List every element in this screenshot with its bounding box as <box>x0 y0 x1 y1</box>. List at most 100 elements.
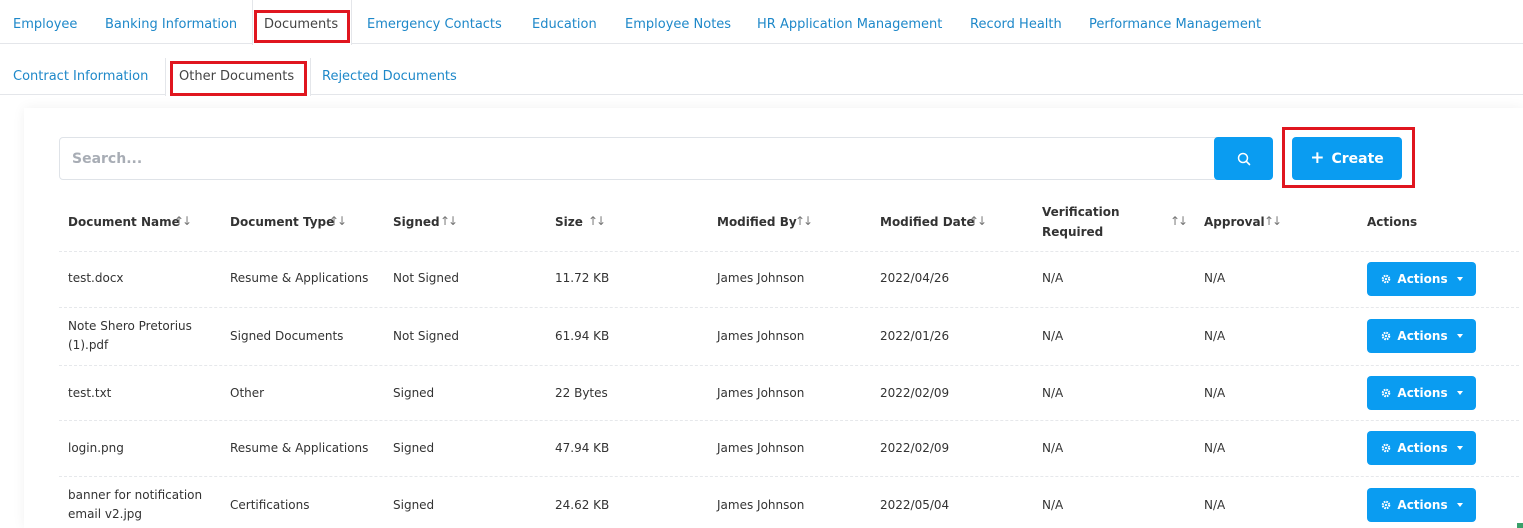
row-divider <box>59 365 1519 366</box>
cell-document-name[interactable]: banner for notification <box>68 486 202 505</box>
actions-dropdown-button[interactable]: Actions <box>1367 319 1476 353</box>
gear-icon <box>1382 500 1391 510</box>
cell-modified-date: 2022/05/04 <box>880 498 950 512</box>
header-verification[interactable]: Verification <box>1042 202 1120 222</box>
actions-label: Actions <box>1397 386 1448 400</box>
cell-document-type: Resume & Applications <box>230 271 369 285</box>
actions-label: Actions <box>1397 329 1448 343</box>
cell-signed: Signed <box>393 386 435 400</box>
cell-document-name[interactable]: Note Shero Pretorius <box>68 317 192 336</box>
gear-icon <box>1382 443 1391 453</box>
header-verification-line2: Required <box>1042 225 1104 239</box>
header-document-name[interactable]: Document Name <box>68 212 180 232</box>
actions-dropdown-button[interactable]: Actions <box>1367 488 1476 522</box>
caret-down-icon <box>1456 277 1463 281</box>
cell-verification: N/A <box>1042 271 1064 285</box>
cell-modified-date: 2022/02/09 <box>880 386 950 400</box>
cell-approval: N/A <box>1204 386 1226 400</box>
cell-modified-by: James Johnson <box>717 498 805 512</box>
tab-employee[interactable]: Employee <box>13 17 77 32</box>
cell-document-name-line2[interactable]: email v2.jpg <box>68 505 142 524</box>
tab-employee-notes[interactable]: Employee Notes <box>625 17 731 32</box>
cell-signed: Not Signed <box>393 329 460 343</box>
cell-verification: N/A <box>1042 386 1064 400</box>
cell-size: 61.94 KB <box>555 329 610 343</box>
row-divider <box>59 307 1519 308</box>
cell-modified-by: James Johnson <box>717 271 805 285</box>
cell-modified-by: James Johnson <box>717 329 805 343</box>
cell-verification: N/A <box>1042 441 1064 455</box>
gear-icon <box>1382 274 1391 284</box>
tab-education[interactable]: Education <box>532 17 597 32</box>
cell-signed: Not Signed <box>393 271 460 285</box>
actions-dropdown-button[interactable]: Actions <box>1367 431 1476 465</box>
cell-document-name-line2[interactable]: (1).pdf <box>68 336 108 355</box>
cell-modified-date: 2022/01/26 <box>880 329 950 343</box>
tab-banking-information[interactable]: Banking Information <box>105 17 237 32</box>
cell-approval: N/A <box>1204 271 1226 285</box>
sort-icon[interactable]: ↑↓ <box>969 214 987 228</box>
tab-performance-management[interactable]: Performance Management <box>1089 17 1261 32</box>
tab-rejected-documents[interactable]: Rejected Documents <box>322 69 457 84</box>
search-input[interactable] <box>59 137 1219 180</box>
cell-modified-by: James Johnson <box>717 441 805 455</box>
cell-verification: N/A <box>1042 329 1064 343</box>
search-button[interactable] <box>1214 137 1273 180</box>
cell-modified-date: 2022/04/26 <box>880 271 950 285</box>
header-size[interactable]: Size <box>555 212 583 232</box>
sort-icon[interactable]: ↑↓ <box>174 214 192 228</box>
actions-dropdown-button[interactable]: Actions <box>1367 262 1476 296</box>
row-divider <box>59 476 1519 477</box>
row-divider <box>59 251 1519 252</box>
cell-size: 47.94 KB <box>555 441 610 455</box>
header-approval[interactable]: Approval <box>1204 212 1265 232</box>
row-divider <box>59 420 1519 421</box>
sort-icon[interactable]: ↑↓ <box>329 214 347 228</box>
cell-size: 24.62 KB <box>555 498 610 512</box>
create-button-highlight <box>1282 127 1415 188</box>
cell-document-type: Resume & Applications <box>230 441 369 455</box>
actions-label: Actions <box>1397 272 1448 286</box>
cell-document-name[interactable]: login.png <box>68 439 124 458</box>
cell-approval: N/A <box>1204 441 1226 455</box>
tab-emergency-contacts[interactable]: Emergency Contacts <box>367 17 502 32</box>
search-icon <box>1237 152 1250 165</box>
gear-icon <box>1382 388 1391 398</box>
caret-down-icon <box>1456 334 1463 338</box>
cell-modified-by: James Johnson <box>717 386 805 400</box>
cell-modified-date: 2022/02/09 <box>880 441 950 455</box>
cell-signed: Signed <box>393 441 435 455</box>
header-signed[interactable]: Signed <box>393 212 440 232</box>
tab-record-health[interactable]: Record Health <box>970 17 1062 32</box>
header-modified-by[interactable]: Modified By <box>717 212 797 232</box>
cell-approval: N/A <box>1204 498 1226 512</box>
corner-indicator <box>1517 523 1523 528</box>
sort-icon[interactable]: ↑↓ <box>1170 214 1188 228</box>
cell-document-name[interactable]: test.txt <box>68 384 111 403</box>
tab-hr-application-management[interactable]: HR Application Management <box>757 17 942 32</box>
header-modified-date[interactable]: Modified Date <box>880 212 975 232</box>
actions-dropdown-button[interactable]: Actions <box>1367 376 1476 410</box>
cell-size: 11.72 KB <box>555 271 610 285</box>
sort-icon[interactable]: ↑↓ <box>795 214 813 228</box>
documents-tab-highlight <box>254 10 350 43</box>
header-actions: Actions <box>1367 215 1418 229</box>
actions-label: Actions <box>1397 498 1448 512</box>
gear-icon <box>1382 331 1391 341</box>
header-document-type[interactable]: Document Type <box>230 212 334 232</box>
primary-tab-bar: Employee Banking Information Documents E… <box>0 0 1523 45</box>
sort-icon[interactable]: ↑↓ <box>588 214 606 228</box>
cell-signed: Signed <box>393 498 435 512</box>
cell-approval: N/A <box>1204 329 1226 343</box>
caret-down-icon <box>1456 391 1463 395</box>
actions-label: Actions <box>1397 441 1448 455</box>
cell-document-type: Certifications <box>230 498 310 512</box>
cell-document-type: Signed Documents <box>230 329 344 343</box>
tab-contract-information[interactable]: Contract Information <box>13 69 148 84</box>
caret-down-icon <box>1456 503 1463 507</box>
sort-icon[interactable]: ↑↓ <box>1264 214 1282 228</box>
cell-size: 22 Bytes <box>555 386 608 400</box>
sort-icon[interactable]: ↑↓ <box>440 214 458 228</box>
cell-document-name[interactable]: test.docx <box>68 269 124 288</box>
cell-verification: N/A <box>1042 498 1064 512</box>
